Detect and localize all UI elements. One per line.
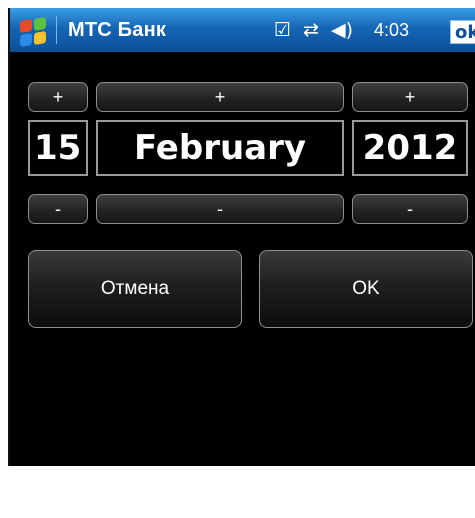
- month-decrement-button[interactable]: -: [96, 194, 344, 224]
- month-value-box: February: [96, 120, 344, 176]
- day-decrement-button[interactable]: -: [28, 194, 88, 224]
- day-value-box: 15: [28, 120, 88, 176]
- ok-button[interactable]: OK: [259, 250, 473, 328]
- app-title: МТС Банк: [68, 19, 167, 41]
- checkbox-icon[interactable]: ☑: [274, 17, 291, 43]
- connectivity-icon[interactable]: ⇄: [303, 17, 319, 43]
- year-decrement-button[interactable]: -: [352, 194, 468, 224]
- title-bar: МТС Банк ☑ ⇄ ◀) 4:03 ok: [10, 8, 475, 52]
- status-icons: ☑ ⇄ ◀): [274, 17, 365, 43]
- title-ok-button[interactable]: ok: [450, 20, 475, 44]
- month-increment-button[interactable]: +: [96, 82, 344, 112]
- title-divider: [56, 16, 57, 44]
- start-flag-icon[interactable]: [16, 14, 50, 48]
- cancel-button[interactable]: Отмена: [28, 250, 242, 328]
- year-value: 2012: [362, 128, 458, 168]
- day-increment-button[interactable]: +: [28, 82, 88, 112]
- day-value: 15: [34, 128, 82, 168]
- month-value: February: [133, 128, 307, 168]
- volume-icon[interactable]: ◀): [331, 17, 353, 43]
- device-screen: МТС Банк ☑ ⇄ ◀) 4:03 ok + + + 15 Februar…: [8, 8, 475, 466]
- year-increment-button[interactable]: +: [352, 82, 468, 112]
- year-value-box: 2012: [352, 120, 468, 176]
- clock[interactable]: 4:03: [374, 17, 409, 43]
